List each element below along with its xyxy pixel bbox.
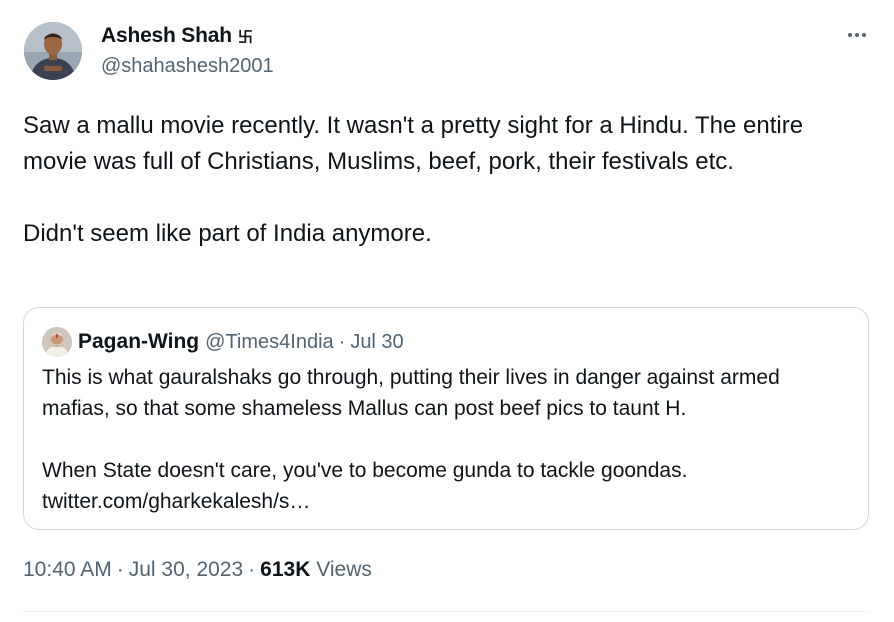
tweet-meta-row: 10:40 AM · Jul 30, 2023 · 613K Views (23, 558, 372, 582)
tweet-paragraph: Didn't seem like part of India anymore. (23, 220, 432, 247)
quoted-separator: · (338, 330, 346, 353)
more-horizontal-icon (855, 33, 859, 37)
quoted-author-display-name[interactable]: Pagan-Wing (78, 330, 199, 354)
author-avatar[interactable] (24, 22, 82, 80)
quoted-paragraph-line: When State doesn't care, you've to becom… (42, 459, 688, 482)
quoted-tweet-header: Pagan-Wing @Times4India · Jul 30 (42, 327, 404, 357)
quoted-paragraph: This is what gauralshaks go through, put… (42, 366, 780, 420)
tweet-text: Saw a mallu movie recently. It wasn't a … (23, 108, 868, 252)
quoted-author-avatar (42, 327, 72, 357)
meta-separator: · (116, 558, 124, 581)
quoted-tweet-text: This is what gauralshaks go through, put… (42, 362, 852, 517)
quoted-paragraph: When State doesn't care, you've to becom… (42, 455, 852, 517)
quoted-author-handle[interactable]: @Times4India (205, 331, 334, 354)
quoted-author-avatar-image (42, 327, 72, 357)
author-avatar-image (24, 22, 82, 80)
meta-separator: · (248, 558, 256, 581)
more-options-button[interactable] (844, 22, 870, 48)
tweet-paragraph: Saw a mallu movie recently. It wasn't a … (23, 112, 804, 175)
tweet: Ashesh Shah 卐 @shahashesh2001 Saw a mall… (0, 0, 894, 622)
author-name-symbol: 卐 (237, 27, 253, 46)
author-handle[interactable]: @shahashesh2001 (101, 55, 274, 78)
views-count: 613K (260, 558, 311, 581)
views-label: Views (316, 558, 372, 581)
quoted-tweet-link[interactable]: twitter.com/gharkekalesh/s… (42, 490, 310, 513)
tweet-time[interactable]: 10:40 AM (23, 558, 112, 581)
divider (23, 611, 870, 612)
author-display-name[interactable]: Ashesh Shah (101, 24, 232, 48)
tweet-date[interactable]: Jul 30, 2023 (129, 558, 243, 581)
quoted-tweet-date[interactable]: Jul 30 (350, 331, 403, 354)
more-horizontal-icon (862, 33, 866, 37)
author-name-row: Ashesh Shah 卐 (101, 24, 253, 48)
quoted-tweet-card[interactable]: Pagan-Wing @Times4India · Jul 30 This is… (23, 307, 869, 530)
more-horizontal-icon (848, 33, 852, 37)
